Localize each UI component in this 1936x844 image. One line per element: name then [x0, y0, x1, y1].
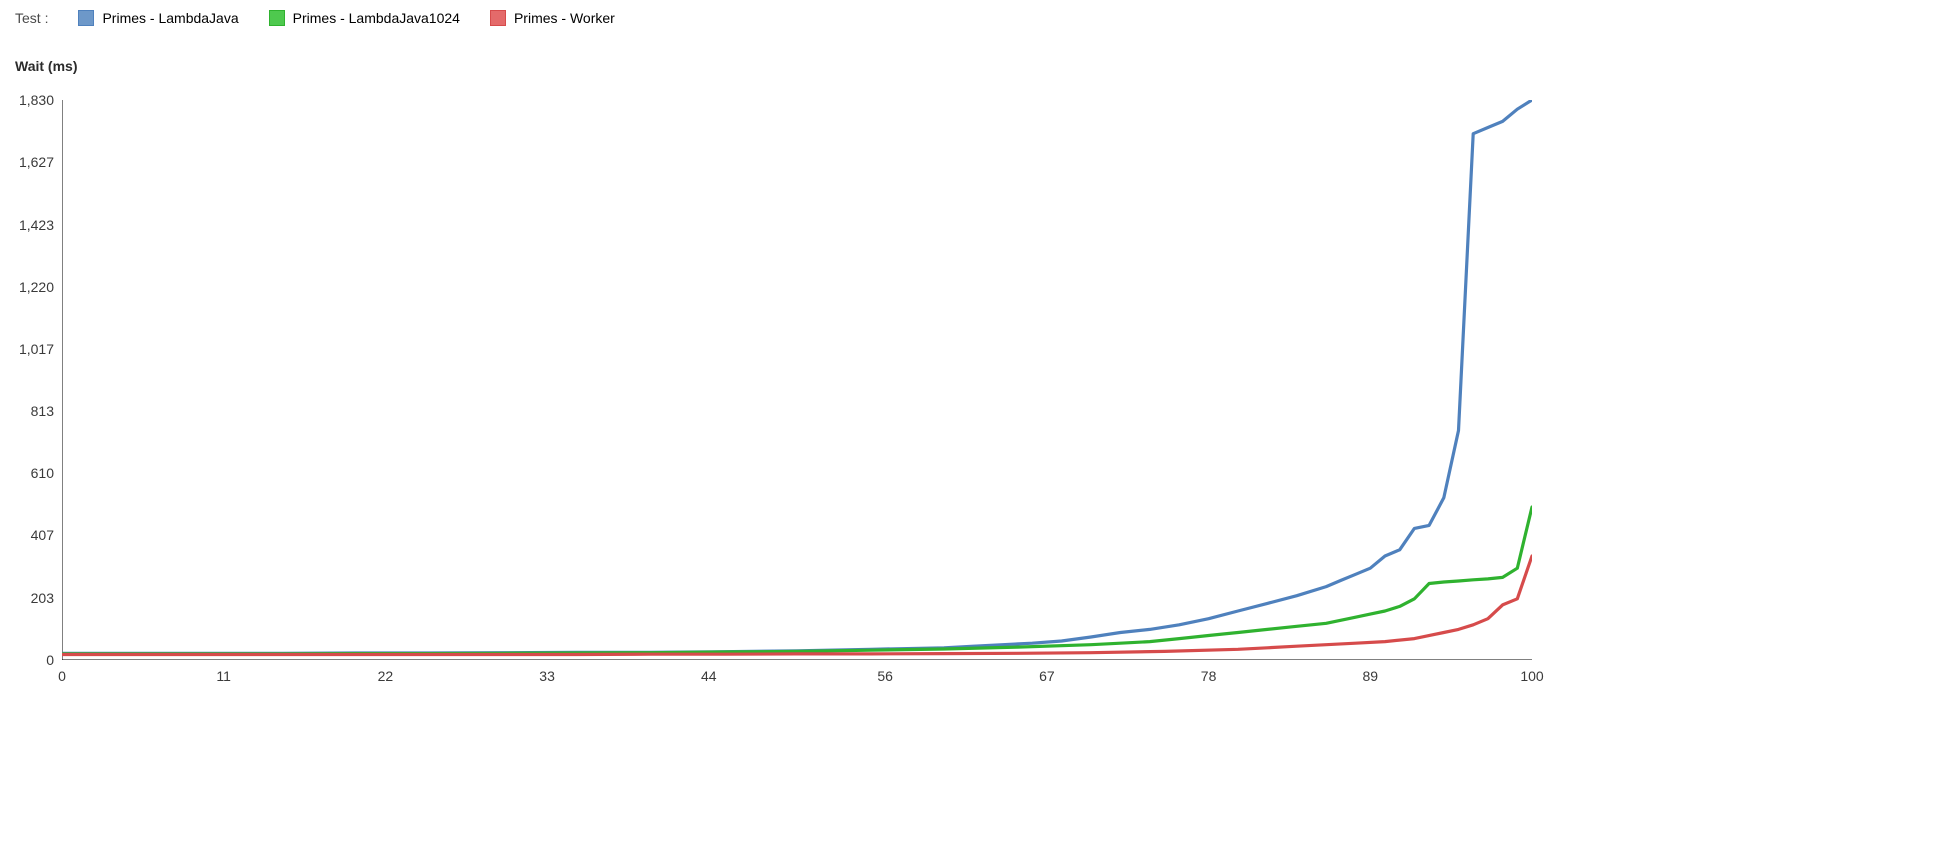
y-tick-label: 610 [31, 465, 62, 481]
x-tick-label: 22 [378, 660, 394, 684]
x-tick-label: 89 [1363, 660, 1379, 684]
series-line [62, 507, 1532, 654]
plot-area: 02034076108131,0171,2201,4231,6271,83001… [62, 100, 1532, 660]
x-tick-label: 0 [58, 660, 66, 684]
legend-item-worker: Primes - Worker [490, 10, 615, 26]
legend-swatch-icon [78, 10, 94, 26]
x-tick-label: 78 [1201, 660, 1217, 684]
y-tick-label: 1,220 [19, 279, 62, 295]
series-line [62, 556, 1532, 655]
legend-item-label: Primes - LambdaJava [102, 10, 238, 26]
legend-title: Test : [15, 10, 48, 26]
x-tick-label: 33 [539, 660, 555, 684]
series-line [62, 100, 1532, 653]
x-tick-label: 67 [1039, 660, 1055, 684]
y-tick-label: 203 [31, 590, 62, 606]
legend: Test : Primes - LambdaJava Primes - Lamb… [15, 10, 615, 26]
chart-container: Test : Primes - LambdaJava Primes - Lamb… [0, 0, 1936, 844]
y-tick-label: 407 [31, 527, 62, 543]
y-tick-label: 1,017 [19, 341, 62, 357]
legend-item-lambdajava: Primes - LambdaJava [78, 10, 238, 26]
x-tick-label: 56 [877, 660, 893, 684]
legend-swatch-icon [269, 10, 285, 26]
legend-item-lambdajava1024: Primes - LambdaJava1024 [269, 10, 460, 26]
y-axis-title: Wait (ms) [15, 58, 77, 74]
chart-svg [62, 100, 1532, 660]
y-tick-label: 1,423 [19, 217, 62, 233]
legend-swatch-icon [490, 10, 506, 26]
y-tick-label: 1,830 [19, 92, 62, 108]
x-tick-label: 44 [701, 660, 717, 684]
x-tick-label: 100 [1520, 660, 1543, 684]
legend-item-label: Primes - Worker [514, 10, 615, 26]
legend-item-label: Primes - LambdaJava1024 [293, 10, 460, 26]
x-tick-label: 11 [216, 660, 231, 684]
y-tick-label: 813 [31, 403, 62, 419]
y-tick-label: 1,627 [19, 154, 62, 170]
